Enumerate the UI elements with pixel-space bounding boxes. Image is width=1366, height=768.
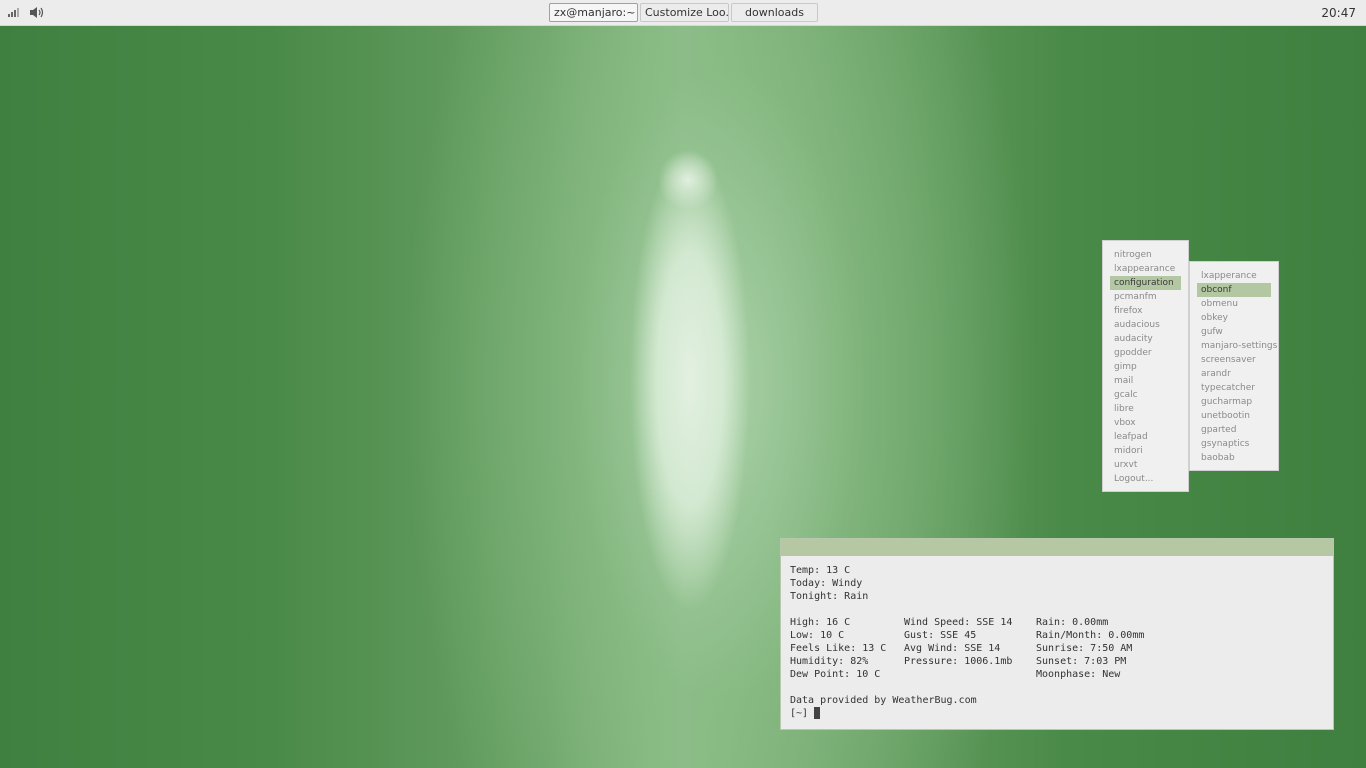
- weather-sunset: Sunset: 7:03 PM: [1036, 656, 1127, 667]
- submenu-item-typecatcher[interactable]: typecatcher: [1190, 381, 1271, 395]
- menu-item-pcmanfm[interactable]: pcmanfm: [1103, 290, 1181, 304]
- weather-avg-wind: Avg Wind: SSE 14: [904, 643, 1001, 654]
- weather-rain-month: Rain/Month: 0.00mm: [1036, 630, 1145, 641]
- weather-dew-point: Dew Point: 10 C: [790, 669, 881, 680]
- weather-wind-speed: Wind Speed: SSE 14: [904, 617, 1013, 628]
- terminal-cursor: [814, 707, 820, 719]
- root-menu: nitrogen lxappearance configuration pcma…: [1102, 240, 1189, 492]
- configuration-submenu: lxapperance obconf obmenu obkey gufw man…: [1189, 261, 1279, 471]
- submenu-item-lxapperance[interactable]: lxapperance: [1190, 269, 1271, 283]
- submenu-item-obkey[interactable]: obkey: [1190, 311, 1271, 325]
- terminal-titlebar[interactable]: [781, 539, 1333, 556]
- menu-item-audacious[interactable]: audacious: [1103, 318, 1181, 332]
- weather-temp: Temp: 13 C: [790, 565, 851, 576]
- weather-high: High: 16 C: [790, 617, 851, 628]
- menu-item-configuration[interactable]: configuration: [1110, 276, 1181, 290]
- weather-humidity: Humidity: 82%: [790, 656, 869, 667]
- submenu-item-obconf[interactable]: obconf: [1197, 283, 1271, 297]
- submenu-item-manjaro-settings[interactable]: manjaro-settings: [1190, 339, 1277, 353]
- clock[interactable]: 20:47: [1321, 0, 1356, 26]
- top-panel: zx@manjaro:~ Customize Loo... downloads …: [0, 0, 1366, 26]
- terminal-window[interactable]: Temp: 13 C Today: Windy Tonight: Rain Hi…: [780, 538, 1334, 730]
- menu-item-urxvt[interactable]: urxvt: [1103, 458, 1181, 472]
- weather-source: Data provided by WeatherBug.com: [790, 695, 977, 706]
- weather-rain: Rain: 0.00mm: [1036, 617, 1109, 628]
- submenu-item-gsynaptics[interactable]: gsynaptics: [1190, 437, 1271, 451]
- task-customize-look[interactable]: Customize Loo...: [640, 3, 729, 22]
- submenu-item-arandr[interactable]: arandr: [1190, 367, 1271, 381]
- weather-today: Today: Windy: [790, 578, 863, 589]
- submenu-item-obmenu[interactable]: obmenu: [1190, 297, 1271, 311]
- menu-item-audacity[interactable]: audacity: [1103, 332, 1181, 346]
- volume-icon[interactable]: [29, 5, 45, 20]
- menu-item-nitrogen[interactable]: nitrogen: [1103, 248, 1181, 262]
- task-terminal[interactable]: zx@manjaro:~: [549, 3, 638, 22]
- task-downloads[interactable]: downloads: [731, 3, 818, 22]
- submenu-item-gufw[interactable]: gufw: [1190, 325, 1271, 339]
- menu-item-mail[interactable]: mail: [1103, 374, 1181, 388]
- submenu-item-unetbootin[interactable]: unetbootin: [1190, 409, 1271, 423]
- menu-item-logout[interactable]: Logout...: [1103, 472, 1181, 486]
- menu-item-gimp[interactable]: gimp: [1103, 360, 1181, 374]
- menu-item-vbox[interactable]: vbox: [1103, 416, 1181, 430]
- weather-pressure: Pressure: 1006.1mb: [904, 656, 1013, 667]
- taskbar: zx@manjaro:~ Customize Loo... downloads: [549, 3, 818, 22]
- weather-gust: Gust: SSE 45: [904, 630, 977, 641]
- menu-item-midori[interactable]: midori: [1103, 444, 1181, 458]
- weather-feels-like: Feels Like: 13 C: [790, 643, 887, 654]
- submenu-item-gucharmap[interactable]: gucharmap: [1190, 395, 1271, 409]
- weather-moonphase: Moonphase: New: [1036, 669, 1121, 680]
- weather-low: Low: 10 C: [790, 630, 845, 641]
- menu-item-gpodder[interactable]: gpodder: [1103, 346, 1181, 360]
- submenu-item-gparted[interactable]: gparted: [1190, 423, 1271, 437]
- menu-item-firefox[interactable]: firefox: [1103, 304, 1181, 318]
- weather-sunrise: Sunrise: 7:50 AM: [1036, 643, 1133, 654]
- menu-item-leafpad[interactable]: leafpad: [1103, 430, 1181, 444]
- weather-tonight: Tonight: Rain: [790, 591, 869, 602]
- submenu-item-baobab[interactable]: baobab: [1190, 451, 1271, 465]
- menu-item-lxappearance[interactable]: lxappearance: [1103, 262, 1181, 276]
- network-signal-icon[interactable]: [6, 5, 20, 20]
- menu-item-gcalc[interactable]: gcalc: [1103, 388, 1181, 402]
- submenu-item-screensaver[interactable]: screensaver: [1190, 353, 1271, 367]
- menu-item-libre[interactable]: libre: [1103, 402, 1181, 416]
- shell-prompt[interactable]: [~]: [790, 707, 808, 720]
